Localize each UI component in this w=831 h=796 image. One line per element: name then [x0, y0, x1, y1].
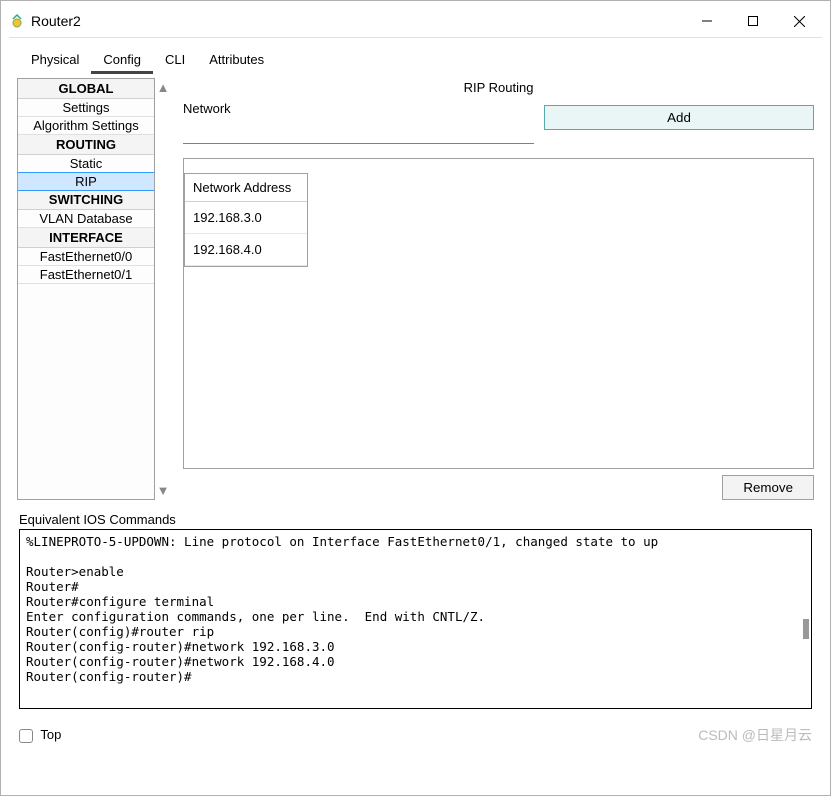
sidebar-item-fe0-1[interactable]: FastEthernet0/1 [18, 266, 154, 284]
titlebar: Router2 [5, 5, 826, 37]
network-table-header: Network Address [185, 174, 307, 202]
sidebar-item-static[interactable]: Static [18, 155, 154, 173]
top-checkbox[interactable] [19, 729, 33, 743]
network-entry[interactable]: 192.168.4.0 [185, 234, 307, 266]
main-area: GLOBAL Settings Algorithm Settings ROUTI… [5, 74, 826, 504]
console-scrollbar-thumb[interactable] [803, 619, 809, 639]
minimize-button[interactable] [684, 6, 730, 36]
router-icon [9, 13, 25, 29]
ios-console[interactable]: %LINEPROTO-5-UPDOWN: Line protocol on In… [19, 529, 812, 709]
tab-bar: Physical Config CLI Attributes [5, 38, 826, 74]
tab-config[interactable]: Config [91, 46, 153, 74]
close-button[interactable] [776, 6, 822, 36]
sidebar-item-algorithm-settings[interactable]: Algorithm Settings [18, 117, 154, 135]
tab-attributes[interactable]: Attributes [197, 46, 276, 74]
tab-cli[interactable]: CLI [153, 46, 197, 74]
panel-title: RIP Routing [183, 78, 814, 101]
sidebar-item-settings[interactable]: Settings [18, 99, 154, 117]
sidebar-header-interface: INTERFACE [18, 228, 154, 248]
remove-button[interactable]: Remove [722, 475, 814, 500]
maximize-button[interactable] [730, 6, 776, 36]
network-listbox[interactable]: Network Address 192.168.3.0 192.168.4.0 [183, 158, 814, 469]
network-entry[interactable]: 192.168.3.0 [185, 202, 307, 234]
config-sidebar: GLOBAL Settings Algorithm Settings ROUTI… [17, 78, 155, 500]
add-button[interactable]: Add [544, 105, 814, 130]
top-checkbox-wrap[interactable]: Top [19, 727, 61, 743]
network-label: Network [183, 101, 534, 116]
app-window: Router2 Physical Config CLI Attributes G… [0, 0, 831, 796]
console-text: %LINEPROTO-5-UPDOWN: Line protocol on In… [26, 534, 658, 684]
sidebar-item-rip[interactable]: RIP [17, 172, 155, 191]
sidebar-item-vlan-database[interactable]: VLAN Database [18, 210, 154, 228]
network-input[interactable] [183, 120, 534, 144]
tab-physical[interactable]: Physical [19, 46, 91, 74]
sidebar-item-fe0-0[interactable]: FastEthernet0/0 [18, 248, 154, 266]
scroll-up-icon[interactable]: ▲ [157, 80, 170, 95]
console-label: Equivalent IOS Commands [5, 504, 826, 529]
top-label: Top [40, 727, 61, 742]
config-content: RIP Routing Network Add Network Address … [183, 78, 814, 500]
sidebar-header-global: GLOBAL [18, 79, 154, 99]
sidebar-scrollbar[interactable]: ▲ ▼ [155, 78, 171, 500]
footer: Top CSDN @日星月云 [5, 719, 826, 755]
sidebar-header-routing: ROUTING [18, 135, 154, 155]
scroll-down-icon[interactable]: ▼ [157, 483, 170, 498]
window-title: Router2 [31, 13, 684, 29]
sidebar-header-switching: SWITCHING [18, 190, 154, 210]
watermark: CSDN @日星月云 [698, 725, 812, 745]
